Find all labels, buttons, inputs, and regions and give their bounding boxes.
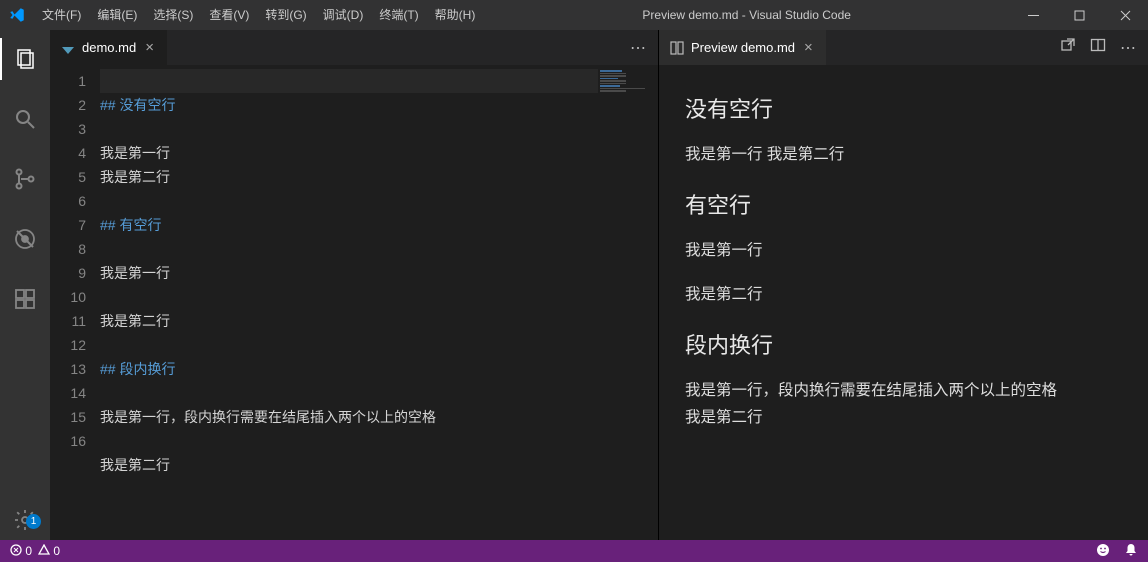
preview-paragraph: 我是第一行 (685, 238, 1122, 264)
markdown-preview[interactable]: 没有空行 我是第一行 我是第二行 有空行 我是第一行 我是第二行 段内换行 我是… (659, 65, 1148, 540)
markdown-file-icon (60, 40, 76, 56)
line-gutter: 12345678910111213141516 (50, 65, 100, 540)
split-editor-icon[interactable] (1090, 37, 1106, 58)
menu-go[interactable]: 转到(G) (257, 0, 314, 30)
more-icon[interactable]: ⋯ (1120, 38, 1136, 58)
vscode-logo-icon (0, 6, 34, 24)
tab-demo-md[interactable]: demo.md × (50, 30, 167, 65)
close-icon[interactable]: × (801, 39, 816, 56)
activity-bar: 1 (0, 30, 50, 540)
warnings-count[interactable]: 0 (38, 544, 60, 558)
minimize-button[interactable] (1010, 0, 1056, 30)
more-icon[interactable]: ⋯ (630, 38, 646, 58)
errors-count[interactable]: 0 (10, 544, 32, 558)
preview-heading: 有空行 (685, 187, 1122, 224)
settings-icon[interactable]: 1 (0, 508, 50, 532)
preview-paragraph: 我是第二行 (685, 282, 1122, 308)
window-title: Preview demo.md - Visual Studio Code (483, 8, 1010, 22)
tab-label: demo.md (82, 40, 136, 55)
title-bar: 文件(F) 编辑(E) 选择(S) 查看(V) 转到(G) 调试(D) 终端(T… (0, 0, 1148, 30)
extensions-icon[interactable] (0, 278, 50, 320)
menu-debug[interactable]: 调试(D) (315, 0, 372, 30)
search-icon[interactable] (0, 98, 50, 140)
preview-heading: 没有空行 (685, 91, 1122, 128)
code-area[interactable]: ## 没有空行 我是第一行我是第二行 ## 有空行 我是第一行 我是第二行 ##… (100, 65, 598, 540)
maximize-button[interactable] (1056, 0, 1102, 30)
status-bar: 0 0 (0, 540, 1148, 562)
menu-help[interactable]: 帮助(H) (427, 0, 484, 30)
feedback-icon[interactable] (1096, 543, 1110, 560)
preview-tabs: Preview demo.md × ⋯ (659, 30, 1148, 65)
preview-paragraph: 我是第一行 我是第二行 (685, 142, 1122, 168)
close-icon[interactable]: × (142, 39, 157, 56)
preview-heading: 段内换行 (685, 327, 1122, 364)
menu-file[interactable]: 文件(F) (34, 0, 89, 30)
preview-icon (669, 40, 685, 56)
menu-terminal[interactable]: 终端(T) (371, 0, 426, 30)
open-external-icon[interactable] (1060, 37, 1076, 58)
menu-selection[interactable]: 选择(S) (145, 0, 201, 30)
source-control-icon[interactable] (0, 158, 50, 200)
explorer-icon[interactable] (0, 38, 50, 80)
preview-paragraph: 我是第一行，段内换行需要在结尾插入两个以上的空格我是第二行 (685, 378, 1122, 431)
debug-icon[interactable] (0, 218, 50, 260)
editor[interactable]: 12345678910111213141516 ## 没有空行 我是第一行我是第… (50, 65, 658, 540)
bell-icon[interactable] (1124, 543, 1138, 560)
menu-view[interactable]: 查看(V) (201, 0, 257, 30)
close-button[interactable] (1102, 0, 1148, 30)
settings-badge: 1 (26, 514, 41, 529)
menu-edit[interactable]: 编辑(E) (89, 0, 145, 30)
minimap[interactable] (598, 65, 658, 540)
tab-label: Preview demo.md (691, 40, 795, 55)
editor-tabs: demo.md × ⋯ (50, 30, 658, 65)
menu-bar: 文件(F) 编辑(E) 选择(S) 查看(V) 转到(G) 调试(D) 终端(T… (34, 0, 483, 30)
tab-preview[interactable]: Preview demo.md × (659, 30, 826, 65)
